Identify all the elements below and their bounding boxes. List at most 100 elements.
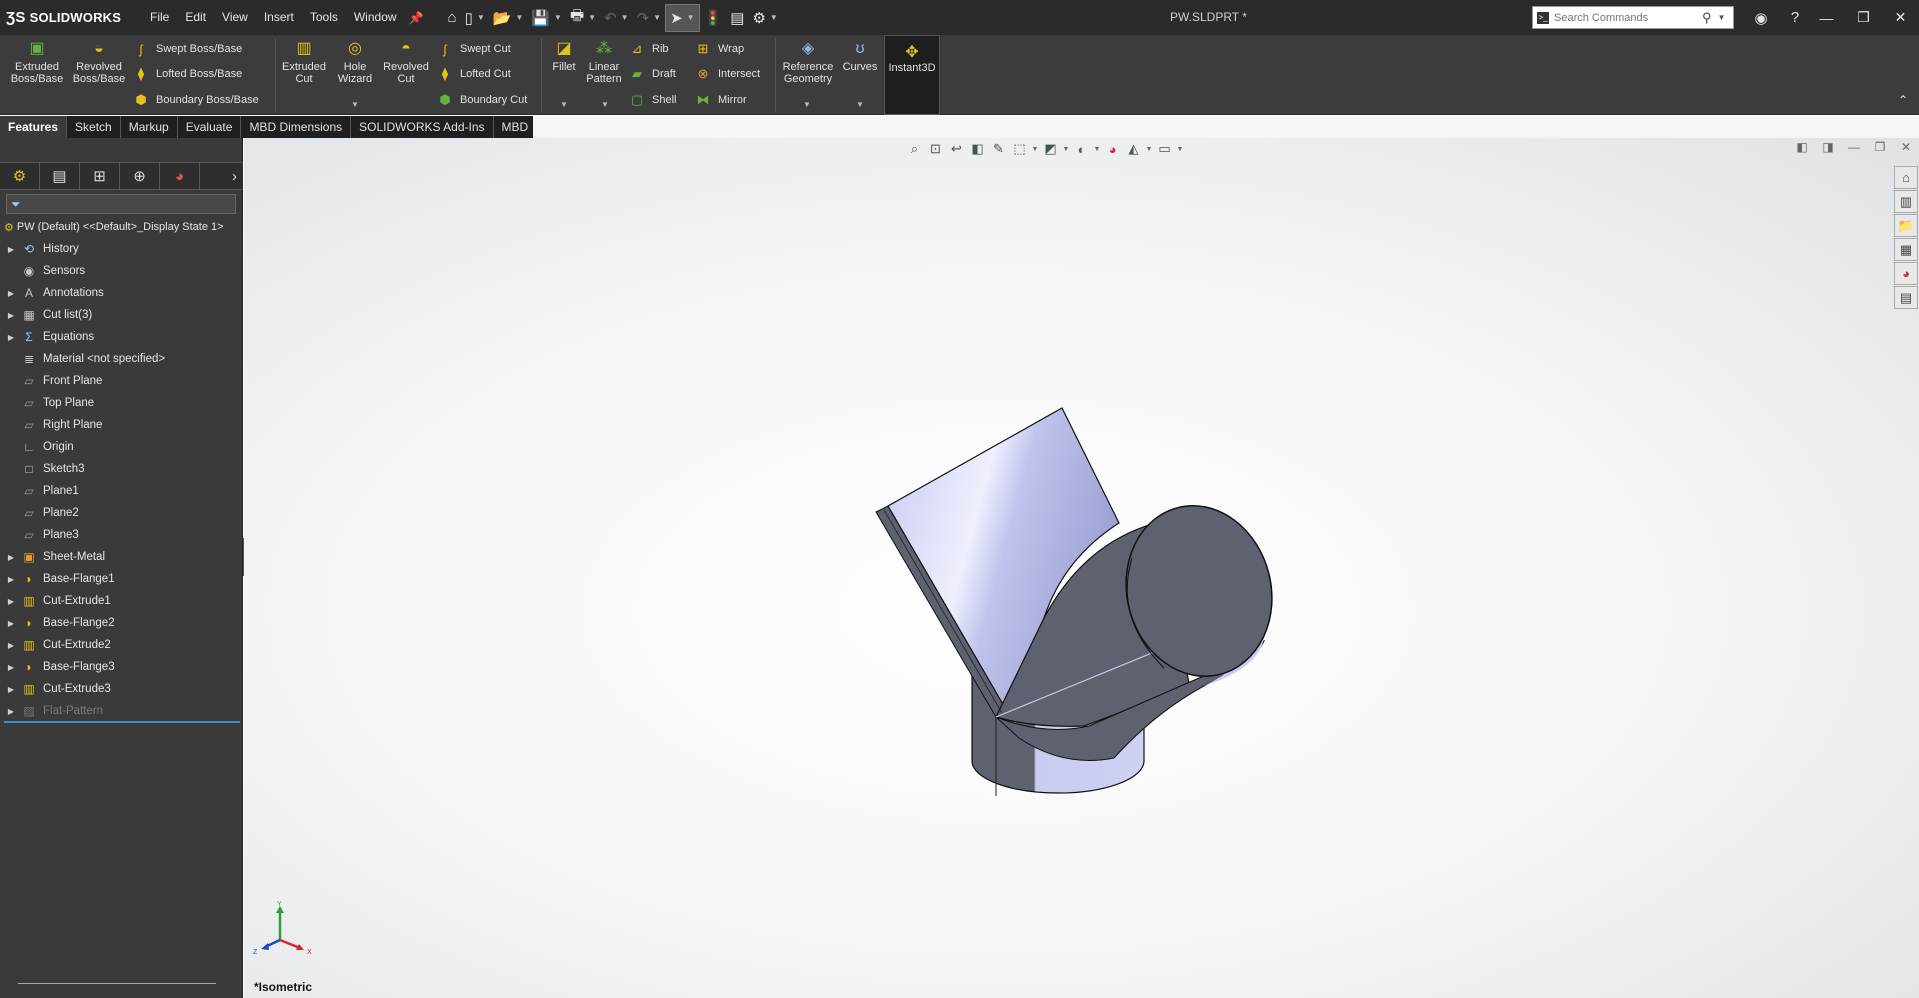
shell-button[interactable]: ▢ Shell xyxy=(628,90,677,110)
tree-item-plane3[interactable]: ▱ Plane3 xyxy=(0,524,243,546)
expand-arrow-icon[interactable]: ▶ xyxy=(2,707,20,716)
tree-item-history[interactable]: ▶ ⟲ History xyxy=(0,238,243,260)
chevron-down-icon[interactable]: ▼ xyxy=(1175,146,1185,153)
tree-item-cut-list-3[interactable]: ▶ ▦ Cut list(3) xyxy=(0,304,243,326)
reference-geometry-button[interactable]: ◈ Reference Geometry xyxy=(778,35,838,86)
reference-geometry-dropdown-icon[interactable]: ▼ xyxy=(803,100,811,109)
feature-manager-tab-icon[interactable]: ⚙ xyxy=(0,163,40,189)
select-arrow-icon[interactable]: ➤ ▼ xyxy=(665,3,700,32)
expand-arrow-icon[interactable]: ▶ xyxy=(2,597,20,606)
rebuild-icon[interactable]: 🚦 xyxy=(700,4,727,32)
chevron-down-icon[interactable]: ▼ xyxy=(1061,146,1071,153)
curves-button[interactable]: ʊ Curves xyxy=(840,35,880,74)
tree-item-base-flange1[interactable]: ▶ ◗ Base-Flange1 xyxy=(0,568,243,590)
dynamic-annotation-icon[interactable]: ✎ xyxy=(988,141,1009,157)
lofted-cut-button[interactable]: ⧫ Lofted Cut xyxy=(436,64,511,84)
options-gear-icon[interactable]: ⚙ ▼ xyxy=(748,4,781,32)
menu-view[interactable]: View xyxy=(214,0,256,35)
configuration-manager-tab-icon[interactable]: ⊞ xyxy=(80,163,120,189)
display-style-icon[interactable]: ◩ xyxy=(1040,141,1061,157)
tab-mbd[interactable]: MBD xyxy=(493,116,538,138)
close-button[interactable]: ✕ xyxy=(1882,9,1919,26)
viewport-minimize-icon[interactable]: — xyxy=(1841,140,1867,154)
design-library-icon[interactable]: ▥ xyxy=(1894,190,1918,213)
search-icon[interactable]: ⚲ xyxy=(1702,10,1712,26)
viewport-restore-icon[interactable]: ❐ xyxy=(1867,140,1893,154)
swept-boss-button[interactable]: ʃ Swept Boss/Base xyxy=(132,39,243,59)
tree-item-annotations[interactable]: ▶ A Annotations xyxy=(0,282,243,304)
view-palette-icon[interactable]: ▦ xyxy=(1894,238,1918,261)
expand-arrow-icon[interactable]: ▶ xyxy=(2,553,20,562)
custom-properties-icon[interactable]: ▤ xyxy=(1894,286,1918,309)
menu-edit[interactable]: Edit xyxy=(177,0,214,35)
boundary-cut-button[interactable]: ⬢ Boundary Cut xyxy=(436,90,527,110)
viewport-toggle-right-icon[interactable]: ◨ xyxy=(1815,140,1841,154)
tree-item-sheet-metal[interactable]: ▶ ▣ Sheet-Metal xyxy=(0,546,243,568)
apply-scene-icon[interactable]: ◭ xyxy=(1123,141,1144,157)
fillet-dropdown-icon[interactable]: ▼ xyxy=(560,100,568,109)
expand-arrow-icon[interactable]: ▶ xyxy=(2,685,20,694)
tab-mbd-dimensions[interactable]: MBD Dimensions xyxy=(241,116,352,138)
home-icon[interactable]: ⌂ xyxy=(444,4,461,32)
menu-file[interactable]: File xyxy=(142,0,177,35)
tab-sketch[interactable]: Sketch xyxy=(67,116,121,138)
dimxpert-tab-icon[interactable]: ⊕ xyxy=(120,163,160,189)
expand-arrow-icon[interactable]: ▶ xyxy=(2,641,20,650)
viewport-close-icon[interactable]: ✕ xyxy=(1893,140,1919,154)
lofted-boss-button[interactable]: ⧫ Lofted Boss/Base xyxy=(132,64,242,84)
tree-item-base-flange2[interactable]: ▶ ◗ Base-Flange2 xyxy=(0,612,243,634)
tab-solidworks-addins[interactable]: SOLIDWORKS Add-Ins xyxy=(351,116,494,138)
tree-item-top-plane[interactable]: ▱ Top Plane xyxy=(0,392,243,414)
tree-item-material-not-specified[interactable]: ≣ Material <not specified> xyxy=(0,348,243,370)
tree-item-right-plane[interactable]: ▱ Right Plane xyxy=(0,414,243,436)
graphics-area[interactable]: ⌕ ⊡ ↩ ◧ ✎ ⬚ ▼ ◩ ▼ ◐ ▼ ◕ ◭ ▼ ▭ ▼ ◧ ◨ — ❐ ✕ ⌂ ▥… xyxy=(244,138,1919,998)
linear-pattern-dropdown-icon[interactable]: ▼ xyxy=(601,100,609,109)
open-icon[interactable]: 📂 ▼ xyxy=(489,4,528,32)
edit-appearance-icon[interactable]: ◕ xyxy=(1102,142,1123,157)
expand-arrow-icon[interactable]: ▶ xyxy=(2,289,20,298)
expand-arrow-icon[interactable]: ▶ xyxy=(2,245,20,254)
display-manager-tab-icon[interactable]: ◕ xyxy=(160,163,200,189)
zoom-to-fit-icon[interactable]: ⌕ xyxy=(904,141,925,157)
solidworks-resources-icon[interactable]: ⌂ xyxy=(1894,166,1918,189)
revolved-boss-button[interactable]: ◒ Revolved Boss/Base xyxy=(70,35,128,86)
tree-item-cut-extrude1[interactable]: ▶ ▥ Cut-Extrude1 xyxy=(0,590,243,612)
tree-item-sensors[interactable]: ◉ Sensors xyxy=(0,260,243,282)
tree-item-base-flange3[interactable]: ▶ ◗ Base-Flange3 xyxy=(0,656,243,678)
tree-item-equations[interactable]: ▶ Σ Equations xyxy=(0,326,243,348)
boundary-boss-button[interactable]: ⬢ Boundary Boss/Base xyxy=(132,90,258,110)
tab-features[interactable]: Features xyxy=(0,116,68,138)
revolved-cut-button[interactable]: ◓ Revolved Cut xyxy=(380,35,432,86)
expand-arrow-icon[interactable]: ▶ xyxy=(2,575,20,584)
rollback-bar[interactable] xyxy=(4,721,240,723)
panel-scrollbar[interactable] xyxy=(18,983,216,984)
chevron-down-icon[interactable]: ▼ xyxy=(1144,146,1154,153)
restore-button[interactable]: ❐ xyxy=(1845,9,1882,26)
collapse-ribbon-icon[interactable]: ⌃ xyxy=(1898,93,1908,107)
search-input[interactable] xyxy=(1554,11,1694,24)
expand-arrow-icon[interactable]: ▶ xyxy=(2,619,20,628)
property-manager-tab-icon[interactable]: ▤ xyxy=(40,163,80,189)
file-properties-icon[interactable]: ▤ xyxy=(726,4,748,32)
menu-window[interactable]: Window xyxy=(346,0,405,35)
appearances-icon[interactable]: ◕ xyxy=(1894,262,1918,285)
tree-item-cut-extrude3[interactable]: ▶ ▥ Cut-Extrude3 xyxy=(0,678,243,700)
save-icon[interactable]: 💾 ▼ xyxy=(527,4,566,32)
chevron-right-icon[interactable]: › xyxy=(232,163,237,189)
chevron-down-icon[interactable]: ▼ xyxy=(1718,13,1726,22)
extruded-boss-button[interactable]: ▣ Extruded Boss/Base xyxy=(8,35,66,86)
rib-button[interactable]: ⊿ Rib xyxy=(628,39,669,59)
tree-item-cut-extrude2[interactable]: ▶ ▥ Cut-Extrude2 xyxy=(0,634,243,656)
tab-markup[interactable]: Markup xyxy=(120,116,178,138)
linear-pattern-button[interactable]: ⁂ Linear Pattern xyxy=(584,35,624,86)
tree-item-plane1[interactable]: ▱ Plane1 xyxy=(0,480,243,502)
search-commands[interactable]: >_ ⚲ ▼ xyxy=(1532,6,1734,29)
hide-show-items-icon[interactable]: ◐ xyxy=(1071,142,1092,157)
tree-root[interactable]: ⚙ PW (Default) <<Default>_Display State 1… xyxy=(4,218,244,236)
new-document-icon[interactable]: ▯ ▼ xyxy=(461,4,489,32)
expand-arrow-icon[interactable]: ▶ xyxy=(2,663,20,672)
swept-cut-button[interactable]: ʃ Swept Cut xyxy=(436,39,511,59)
instant3d-button[interactable]: ✥ Instant3D xyxy=(884,35,940,115)
user-account-icon[interactable]: ◉ xyxy=(1744,9,1778,27)
undo-icon[interactable]: ↶ ▼ xyxy=(600,4,633,32)
